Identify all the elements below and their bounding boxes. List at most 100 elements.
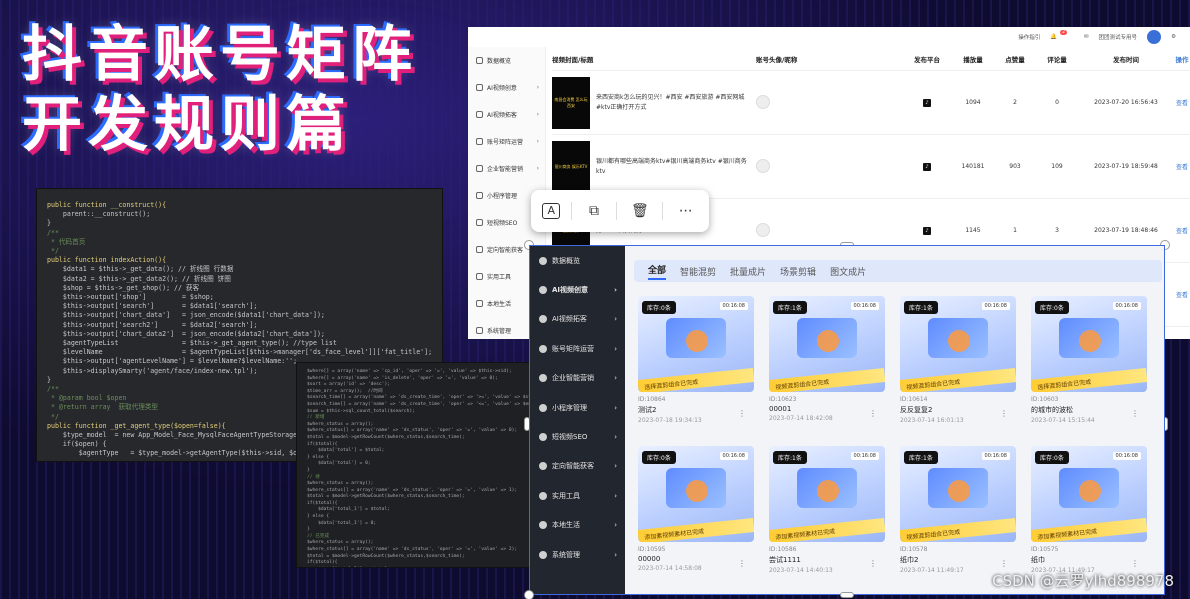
column-header: 视频封面/标题 (552, 55, 594, 64)
code-line: $data['total_1'] = 0; (307, 520, 377, 526)
video-card[interactable]: 库存:1条 00:16:08 添加素视频素材已完成 ID:10586 尝试1111 202… (769, 446, 885, 578)
delete-icon[interactable]: 🗑 (628, 203, 652, 219)
more-vertical-icon[interactable]: ⋮ (1131, 409, 1139, 418)
app-sidebar-item[interactable]: 定向智能获客 › (530, 452, 625, 481)
sidebar-item[interactable]: AI视频创意 › (468, 74, 545, 101)
code-line: $levelName = $agentTypeList[$this->manag… (47, 348, 433, 357)
tab[interactable]: 图文成片 (830, 265, 866, 278)
app-sidebar-item[interactable]: 小程序管理 › (530, 393, 625, 422)
more-vertical-icon[interactable]: ⋮ (1000, 559, 1008, 568)
code-line: $this->output['search'] = $data1['search… (47, 302, 258, 311)
view-link[interactable]: 查看 (1174, 98, 1190, 107)
video-card[interactable]: 库存:0条 00:16:08 添加素视频素材已完成 ID:10575 纸巾 2023-07… (1031, 446, 1147, 578)
app-sidebar-label: 小程序管理 (552, 403, 587, 412)
status-banner: 选择混剪组合已完成 (638, 367, 754, 392)
more-icon[interactable]: ⋯ (674, 203, 698, 219)
app-sidebar-item[interactable]: 数据概览 (530, 246, 625, 275)
tab[interactable]: 场景剪辑 (780, 265, 816, 278)
app-sidebar-item[interactable]: 本地生活 › (530, 511, 625, 540)
ai-extract-icon[interactable]: A (542, 203, 561, 219)
more-vertical-icon[interactable]: ⋮ (738, 559, 746, 568)
more-vertical-icon[interactable]: ⋮ (869, 409, 877, 418)
stock-badge: 库存:0条 (1035, 301, 1069, 314)
card-name: 尝试1111 (769, 556, 801, 564)
bell-icon[interactable]: 🔔 (1050, 34, 1057, 40)
more-vertical-icon[interactable]: ⋮ (1131, 559, 1139, 568)
view-link[interactable]: 查看 (1174, 226, 1190, 235)
notification-badge: 2 (1060, 29, 1067, 35)
resize-handle-bl[interactable] (524, 590, 534, 599)
sidebar-item[interactable]: AI视频拓客 › (468, 101, 545, 128)
video-cover[interactable]: 库存:0条 00:16:08 选择混剪组合已完成 (1031, 296, 1147, 392)
video-cover[interactable]: 库存:1条 00:16:08 添加素视频素材已完成 (769, 446, 885, 542)
status-banner: 视频混剪组合已完成 (900, 517, 1016, 542)
app-sidebar-item[interactable]: AI视频拓客 › (530, 305, 625, 334)
app-sidebar-item[interactable]: 企业智能营销 › (530, 364, 625, 393)
video-card[interactable]: 库存:0条 00:16:08 选择混剪组合已完成 ID:10603 的城市的波松 2023… (1031, 296, 1147, 428)
video-cover[interactable]: 库存:1条 00:16:08 视频混剪组合已完成 (769, 296, 885, 392)
tab[interactable]: 批量成片 (730, 265, 766, 278)
settings-icon[interactable]: ⚙ (1171, 34, 1176, 40)
more-vertical-icon[interactable]: ⋮ (1000, 409, 1008, 418)
video-card[interactable]: 库存:1条 00:16:08 视频混剪组合已完成 ID:10614 反反复复2 2023-… (900, 296, 1016, 428)
code-line: $sum = $this->sql_count_total($search); (307, 408, 415, 414)
video-cover[interactable]: 库存:0条 00:16:08 选择混剪组合已完成 (638, 296, 754, 392)
app-sidebar: 数据概览 AI视频创意 › AI视频拓客 › 账号矩阵运营 › 企业智能营销 › 小程序管理 › 短视… (530, 246, 625, 594)
sidebar-item-label: 企业智能营销 (487, 166, 524, 173)
app-sidebar-item[interactable]: 系统管理 › (530, 540, 625, 569)
column-header: 操作 (1175, 55, 1189, 64)
mail-icon[interactable]: ✉ (1084, 34, 1089, 40)
video-card[interactable]: 库存:0条 00:16:08 添加素视频素材已完成 ID:10595 00000 2023… (638, 446, 754, 578)
chevron-right-icon: › (614, 374, 617, 383)
video-thumbnail[interactable]: 南昌会消费 怎么玩西安 (552, 76, 590, 129)
chevron-right-icon: › (614, 521, 617, 530)
app-sidebar-item[interactable]: 账号矩阵运营 › (530, 334, 625, 363)
video-card[interactable]: 库存:1条 00:16:08 视频混剪组合已完成 ID:10623 00001 2023-… (769, 296, 885, 428)
chevron-right-icon: › (536, 165, 539, 172)
stock-badge: 库存:1条 (773, 301, 807, 314)
more-vertical-icon[interactable]: ⋮ (869, 559, 877, 568)
chevron-right-icon: › (614, 491, 617, 500)
view-link[interactable]: 查看 (1174, 162, 1190, 171)
tab[interactable]: 全部 (648, 263, 667, 280)
avatar[interactable] (1147, 30, 1162, 44)
video-cover[interactable]: 库存:0条 00:16:08 添加素视频素材已完成 (1031, 446, 1147, 542)
copy-icon[interactable]: ⧉ (582, 203, 606, 219)
duration-label: 00:16:08 (719, 452, 748, 460)
video-card[interactable]: 库存:1条 00:16:08 视频混剪组合已完成 ID:10578 纸巾2 2023-07… (900, 446, 1016, 578)
operator-guide-link[interactable]: 操作指引 (1018, 33, 1040, 41)
app-sidebar-item[interactable]: 实用工具 › (530, 481, 625, 510)
sidebar-item-label: 账号矩阵运营 (487, 139, 524, 146)
app-sidebar-label: 数据概览 (552, 256, 580, 265)
video-cover[interactable]: 库存:0条 00:16:08 添加素视频素材已完成 (638, 446, 754, 542)
video-thumbnail[interactable]: 银川商务 娱乐KTV (552, 140, 590, 193)
tab[interactable]: 智能混剪 (680, 265, 716, 278)
app-sidebar-item[interactable]: 短视频SEO › (530, 422, 625, 451)
sidebar-item[interactable]: 数据概览 (468, 47, 545, 74)
sidebar-item[interactable]: 账号矩阵运营 › (468, 128, 545, 155)
code-line: * 代码首页 (47, 237, 86, 246)
view-link[interactable]: 查看 (1174, 290, 1190, 299)
menu-icon (539, 403, 547, 412)
sidebar-item[interactable]: 企业智能营销 › (468, 155, 545, 182)
video-cover[interactable]: 库存:1条 00:16:08 视频混剪组合已完成 (900, 296, 1016, 392)
account-avatar (756, 222, 770, 237)
card-name: 纸巾2 (900, 556, 919, 564)
more-vertical-icon[interactable]: ⋮ (738, 409, 746, 418)
video-app-window: 数据概览 AI视频创意 › AI视频拓客 › 账号矩阵运营 › 企业智能营销 › 小程序管理 › 短视… (529, 245, 1165, 595)
resize-handle-bottom[interactable] (840, 592, 854, 598)
duration-label: 00:16:08 (981, 452, 1010, 460)
code-line: $search_time[] = array('name' => 'ds_cre… (307, 395, 534, 401)
app-sidebar-item[interactable]: AI视频创意 › (530, 275, 625, 304)
video-cover[interactable]: 库存:1条 00:16:08 视频混剪组合已完成 (900, 446, 1016, 542)
video-title[interactable]: 银川都有哪些高端商务ktv#银川高端商务ktv #银川商务ktv (596, 157, 752, 177)
app-sidebar-label: 账号矩阵运营 (552, 344, 594, 353)
cover-graphic (1079, 480, 1101, 502)
user-name[interactable]: 团团测试专用号 (1099, 33, 1138, 41)
cover-graphic (948, 330, 970, 352)
status-banner: 添加素视频素材已完成 (1031, 517, 1147, 542)
video-title[interactable]: 来西安商k怎么玩的见兴！#西安 #西安旅游 #西安网城 #ktv正确打开方式 (596, 93, 752, 113)
publish-time: 2023-07-19 18:59:48 (1094, 163, 1158, 170)
video-card[interactable]: 库存:0条 00:16:08 选择混剪组合已完成 ID:10864 测试2 2023-07… (638, 296, 754, 428)
cover-graphic (686, 330, 708, 352)
